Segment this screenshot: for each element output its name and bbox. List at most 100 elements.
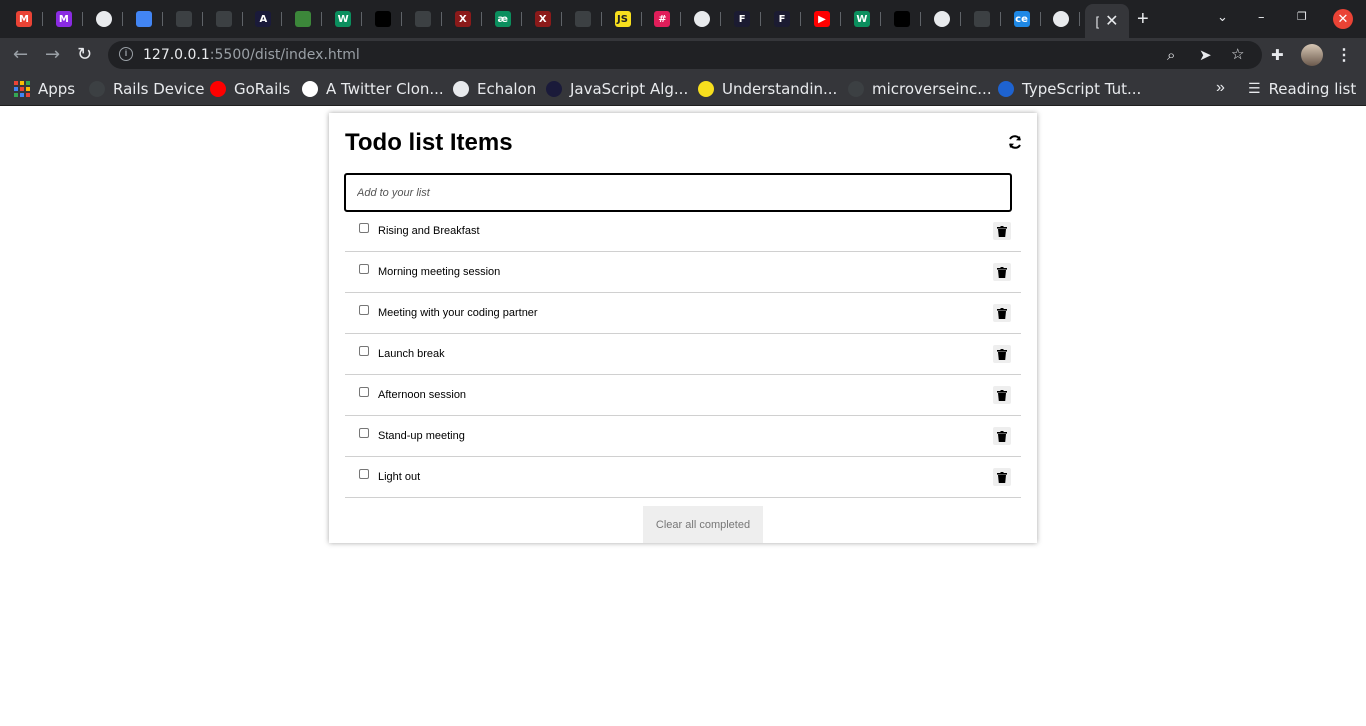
profile-avatar[interactable] [1301,44,1323,66]
delete-item-button[interactable] [993,222,1011,240]
tab-item[interactable]: M [5,6,43,32]
new-tab-button[interactable]: + [1137,9,1149,29]
tab-item[interactable] [564,6,602,32]
tab-item[interactable]: X [444,6,482,32]
badge-icon [302,81,318,97]
tab-item[interactable] [364,6,403,32]
bookmark-item[interactable]: GoRails [210,80,290,98]
bookmark-item[interactable]: JavaScript Alg... [546,80,688,98]
todo-label[interactable]: Morning meeting session [378,266,500,278]
todo-checkbox[interactable] [359,346,369,356]
todo-checkbox[interactable] [359,264,369,274]
tab-item[interactable]: F [723,6,762,32]
tab-active[interactable]: [ ✕ [1085,4,1129,38]
bookmark-item[interactable]: microverseinc... [848,80,992,98]
todo-checkbox[interactable] [359,305,369,315]
tab-item[interactable] [963,6,1001,32]
tab-item[interactable]: M [45,6,83,32]
tab-item[interactable] [1042,6,1081,32]
tab-item[interactable]: ce [1003,6,1041,32]
address-bar[interactable]: i 127.0.0.1:5500/dist/index.html ⌕ ➤ ☆ [108,41,1262,69]
bookmark-item[interactable]: Rails Device [89,80,205,98]
tab-separator [999,12,1001,26]
tab-separator [919,12,921,26]
tab-separator [42,12,43,26]
back-icon[interactable]: ← [13,44,28,65]
todo-label[interactable]: Meeting with your coding partner [378,307,538,319]
reload-icon[interactable]: ↻ [77,44,92,65]
todo-label[interactable]: Light out [378,471,420,483]
todo-label[interactable]: Stand-up meeting [378,430,465,442]
todo-label[interactable]: Afternoon session [378,389,466,401]
tab-item[interactable]: X [524,6,562,32]
tab-separator [281,12,283,26]
todo-checkbox[interactable] [359,469,369,479]
minimize-button[interactable]: – [1258,10,1265,25]
site-info-icon[interactable]: i [119,47,133,61]
todo-label[interactable]: Rising and Breakfast [378,225,480,237]
delete-item-button[interactable] [993,386,1011,404]
tab-item[interactable]: ▶ [803,6,841,32]
tab-item[interactable]: A [244,6,283,32]
bookmarks-overflow-icon[interactable]: » [1216,79,1225,97]
bookmark-star-icon[interactable]: ☆ [1231,45,1244,63]
extensions-icon[interactable]: ✚ [1271,46,1284,64]
delete-item-button[interactable] [993,427,1011,445]
tab-item[interactable] [883,6,921,32]
tab-item[interactable] [205,6,243,32]
tab-item[interactable] [683,6,722,32]
close-tab-icon[interactable]: ✕ [1105,11,1118,31]
bookmark-item[interactable]: Echalon [453,80,536,98]
tab-item[interactable] [404,6,442,32]
zoom-icon[interactable]: ⌕ [1167,46,1175,64]
todo-checkbox[interactable] [359,428,369,438]
ae-icon: æ [494,11,511,27]
forward-icon[interactable]: → [45,44,60,65]
bookmark-item[interactable]: TypeScript Tut... [998,80,1141,98]
maximize-button[interactable]: ❐ [1297,10,1307,23]
bookmark-label: GoRails [234,80,291,98]
trash-icon [997,225,1007,237]
page-title: Todo list Items [345,129,513,156]
clear-completed-button[interactable]: Clear all completed [643,506,763,543]
delete-item-button[interactable] [993,263,1011,281]
tab-item[interactable]: JS [604,6,642,32]
bookmark-item[interactable]: Understandin... [698,80,837,98]
tab-item[interactable]: W [324,6,363,32]
add-todo-input[interactable] [344,173,1012,212]
todo-checkbox[interactable] [359,223,369,233]
reading-list-icon: ☰ [1248,81,1261,97]
delete-item-button[interactable] [993,304,1011,322]
js-icon [698,81,714,97]
tab-search-icon[interactable]: ⌄ [1217,10,1228,25]
todo-checkbox[interactable] [359,387,369,397]
reading-list-button[interactable]: ☰ Reading list [1248,80,1356,98]
tab-item[interactable]: æ [484,6,522,32]
bookmark-label: TypeScript Tut... [1022,80,1142,98]
window-close-button[interactable]: ✕ [1333,9,1353,29]
tab-item[interactable]: F [763,6,802,32]
todo-card: Todo list Items Rising and Breakfast Morn… [329,113,1037,543]
send-icon[interactable]: ➤ [1199,46,1212,64]
tab-item[interactable] [923,6,961,32]
globe-icon [933,11,950,27]
refresh-icon[interactable] [1007,134,1023,150]
tab-item[interactable] [165,6,203,32]
tab-separator [879,12,881,26]
miro-icon: M [55,11,72,27]
w-icon: W [335,11,352,27]
delete-item-button[interactable] [993,468,1011,486]
bookmark-item[interactable]: A Twitter Clon... [302,80,444,98]
tab-item[interactable] [125,6,163,32]
browser-menu-icon[interactable]: ⋮ [1336,45,1352,65]
tab-item[interactable] [85,6,123,32]
bookmark-item[interactable]: Apps [14,80,75,98]
tab-item[interactable] [284,6,323,32]
apps-grid-icon [14,81,30,97]
delete-item-button[interactable] [993,345,1011,363]
tab-item[interactable]: # [643,6,682,32]
todo-label[interactable]: Launch break [378,348,445,360]
tab-separator [680,12,682,26]
tab-item[interactable]: W [843,6,881,32]
todo-item: Afternoon session [345,375,1021,416]
